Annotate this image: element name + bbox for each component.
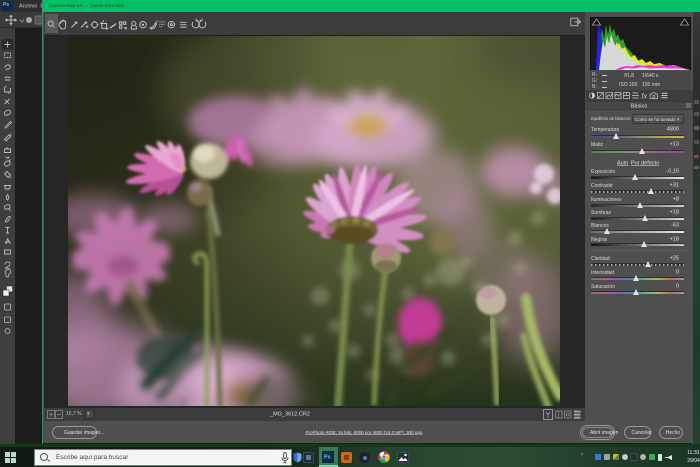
svg-text:fx: fx xyxy=(642,94,648,101)
